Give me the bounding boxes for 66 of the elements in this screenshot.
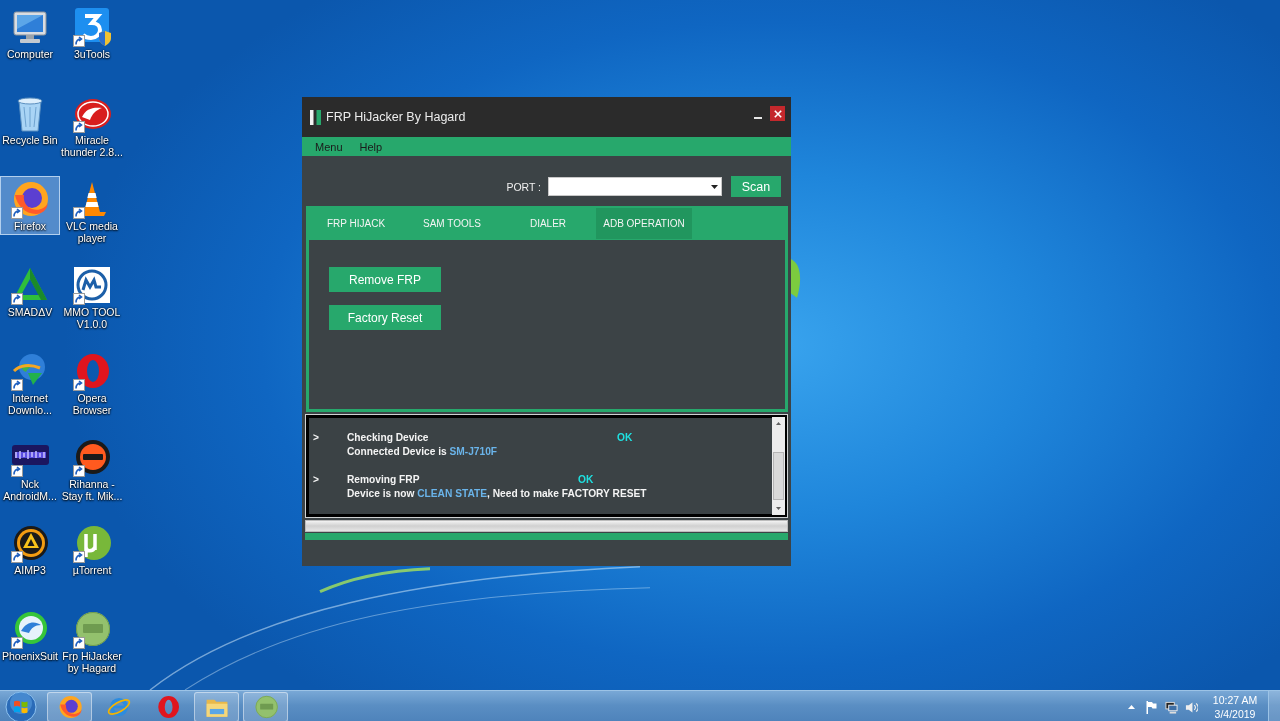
shortcut-label: VLC media player bbox=[65, 220, 119, 244]
app-logo-icon bbox=[252, 694, 279, 720]
app-tile-icon bbox=[72, 7, 112, 47]
desktop-shortcut[interactable]: AIMP3 bbox=[0, 520, 60, 579]
app-logo-icon bbox=[310, 109, 321, 125]
shortcut-label: Computer bbox=[6, 48, 54, 60]
desktop-shortcut[interactable]: Frp HiJacker by Hagard bbox=[60, 606, 124, 677]
shortcut-label: AIMP3 bbox=[14, 564, 46, 576]
port-label: PORT : bbox=[506, 180, 541, 193]
minimize-icon bbox=[754, 117, 762, 119]
close-icon bbox=[773, 109, 782, 118]
shortcut-label: Rihanna - Stay ft. Mik... bbox=[61, 478, 123, 502]
window-title: FRP HiJacker By Hagard bbox=[326, 110, 466, 124]
shortcut-label: PhoenixSuit bbox=[1, 650, 58, 662]
desktop-shortcut[interactable]: SMADΔV bbox=[0, 262, 60, 321]
taskbar-button[interactable] bbox=[243, 692, 288, 721]
log-status: OK bbox=[617, 431, 633, 445]
tab[interactable]: ADB OPERATION bbox=[596, 208, 692, 239]
desktop-shortcut[interactable]: µTorrent bbox=[60, 520, 124, 579]
desktop-shortcut[interactable]: Rihanna - Stay ft. Mik... bbox=[60, 434, 124, 505]
shortcut-label: µTorrent bbox=[72, 564, 112, 576]
shortcut-label: Recycle Bin bbox=[2, 134, 58, 146]
scrollbar[interactable] bbox=[772, 417, 785, 515]
start-orb-icon bbox=[5, 691, 37, 721]
log-title: Removing FRP bbox=[347, 473, 420, 487]
desktop-shortcut[interactable]: Recycle Bin bbox=[0, 90, 60, 149]
shortcut-label: Miracle thunder 2.8... bbox=[61, 134, 123, 158]
log-detail: Device is now CLEAN STATE, Need to make FACTORY RESET bbox=[347, 488, 647, 499]
speaker-icon[interactable] bbox=[1185, 700, 1198, 714]
shortcut-label: Frp HiJacker by Hagard bbox=[61, 650, 123, 674]
port-dropdown[interactable] bbox=[548, 177, 722, 196]
shortcut-label: Firefox bbox=[13, 220, 47, 232]
caret-down-icon bbox=[711, 184, 718, 189]
shortcut-label: SMADΔV bbox=[7, 306, 53, 318]
shortcut-label: Nck AndroidM... bbox=[2, 478, 58, 502]
log-prompt: > bbox=[313, 431, 319, 445]
log-title: Checking Device bbox=[347, 431, 429, 445]
taskbar-button[interactable] bbox=[47, 692, 92, 721]
desktop-shortcut[interactable]: Opera Browser bbox=[60, 348, 124, 419]
log-prompt: > bbox=[313, 473, 319, 487]
desktop-shortcut[interactable]: 3uTools bbox=[60, 4, 124, 63]
shortcut-label: MMO TOOL V1.0.0 bbox=[62, 306, 122, 330]
close-button[interactable] bbox=[770, 106, 785, 121]
shortcut-label: Opera Browser bbox=[71, 392, 113, 416]
caret-up-icon[interactable] bbox=[1128, 705, 1135, 709]
desktop-shortcut[interactable]: Computer bbox=[0, 4, 60, 63]
desktop-shortcut[interactable]: PhoenixSuit bbox=[0, 606, 60, 665]
flag-icon[interactable] bbox=[1145, 700, 1158, 714]
shortcut-label: Internet Downlo... bbox=[7, 392, 53, 416]
logo-tile-icon bbox=[72, 265, 112, 305]
taskbar-button[interactable] bbox=[194, 692, 239, 721]
network-icon[interactable] bbox=[1165, 700, 1178, 714]
start-button[interactable] bbox=[3, 691, 39, 721]
desktop-shortcut[interactable]: MMO TOOL V1.0.0 bbox=[60, 262, 124, 333]
scroll-thumb[interactable] bbox=[773, 452, 784, 500]
menu-item[interactable]: Menu bbox=[311, 138, 347, 155]
show-desktop-button[interactable] bbox=[1268, 691, 1280, 721]
menu-item[interactable]: Help bbox=[355, 138, 387, 155]
desktop-shortcut[interactable]: Miracle thunder 2.8... bbox=[60, 90, 124, 161]
shortcut-label: 3uTools bbox=[73, 48, 111, 60]
log-status: OK bbox=[578, 473, 594, 487]
log-detail: Connected Device is SM-J710F bbox=[347, 446, 498, 457]
desktop-shortcut[interactable]: Internet Downlo... bbox=[0, 348, 60, 419]
desktop-shortcut[interactable]: VLC media player bbox=[60, 176, 124, 247]
clock[interactable]: 10:27 AM 3/4/2019 bbox=[1209, 693, 1261, 721]
desktop-shortcut[interactable]: Nck AndroidM... bbox=[0, 434, 60, 505]
